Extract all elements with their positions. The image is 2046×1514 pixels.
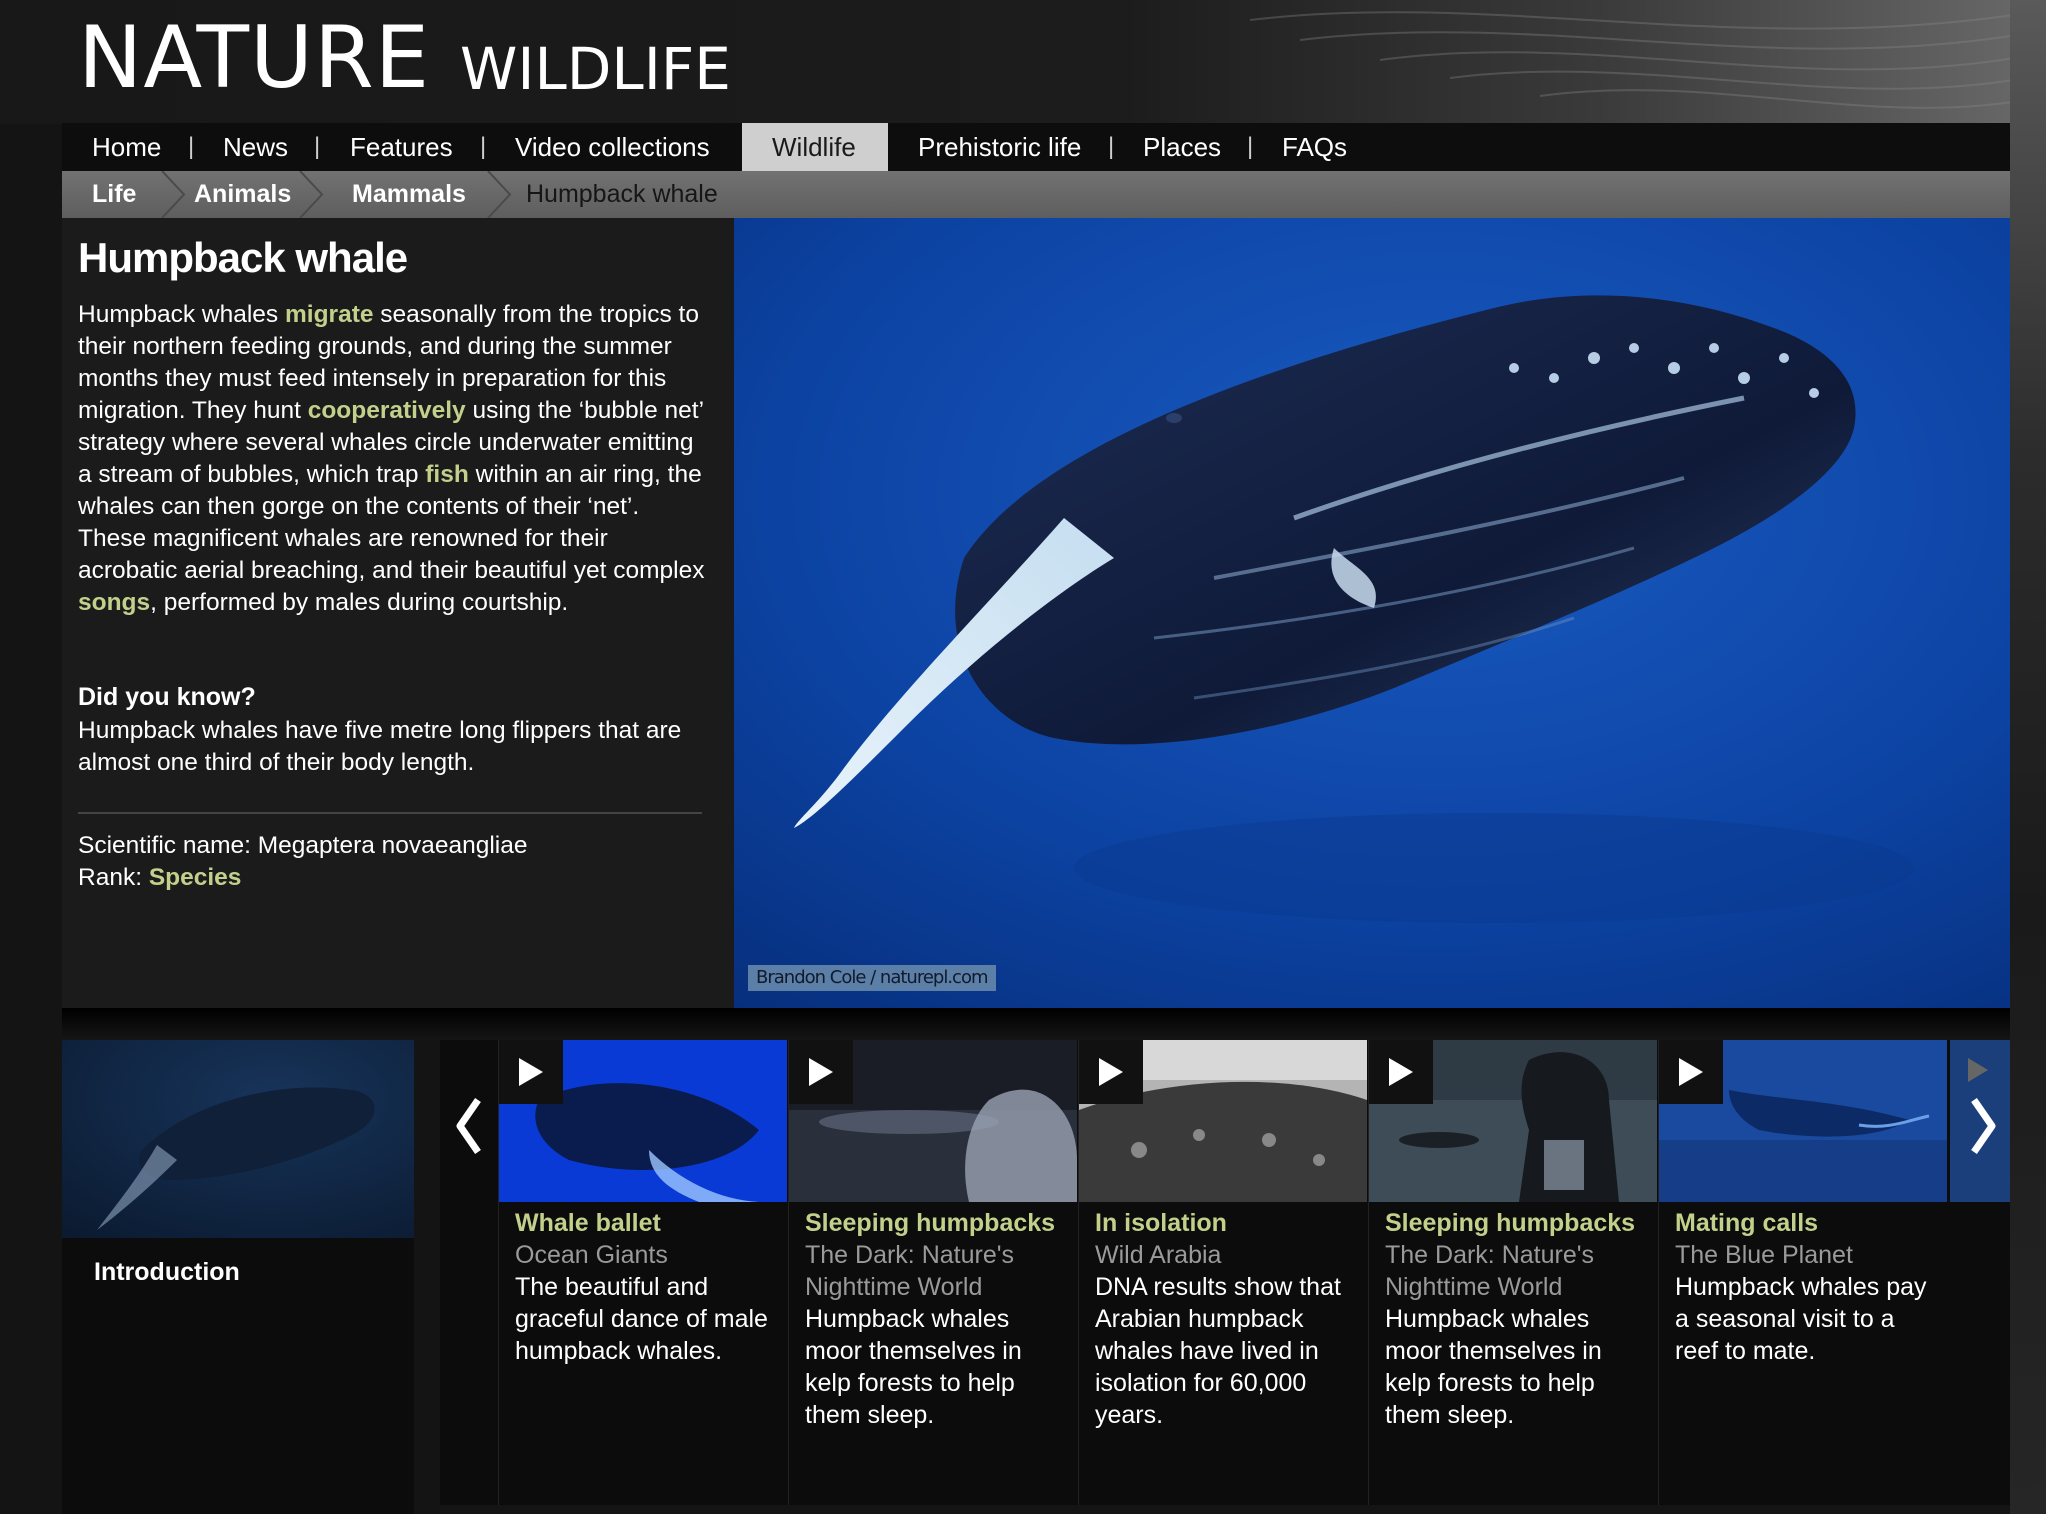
main-navigation: Home | News | Features | Video collectio… [62, 123, 2010, 171]
play-button[interactable] [1079, 1040, 1143, 1104]
nav-home[interactable]: Home [92, 123, 161, 171]
photo-credit: Brandon Cole / naturepl.com [748, 965, 996, 991]
intro-label[interactable]: Introduction [94, 1258, 240, 1287]
rank-label: Rank: [78, 864, 149, 891]
description-text: , performed by males during courtship. [150, 589, 569, 616]
divider [78, 812, 702, 814]
rank-link[interactable]: Species [149, 864, 242, 891]
video-description: Humpback whales pay a seasonal visit to … [1675, 1273, 1927, 1365]
video-series: Wild Arabia [1095, 1241, 1222, 1269]
breadcrumb: Life Animals Mammals Humpback whale [62, 171, 2010, 218]
did-you-know-heading: Did you know? [78, 683, 256, 711]
description-link[interactable]: cooperatively [308, 397, 466, 424]
video-series: The Dark: Nature's Nighttime World [805, 1241, 1015, 1301]
play-button[interactable] [789, 1040, 853, 1104]
play-button[interactable] [1369, 1040, 1433, 1104]
nav-wildlife[interactable]: Wildlife [772, 123, 856, 171]
intro-thumbnail-image[interactable] [62, 1040, 414, 1238]
nav-separator: | [1247, 133, 1254, 160]
nav-news[interactable]: News [223, 123, 288, 171]
nav-prehistoric-life[interactable]: Prehistoric life [918, 123, 1081, 171]
play-icon [1099, 1058, 1123, 1086]
page-title: Humpback whale [78, 234, 408, 281]
breadcrumb-chevron-icon [161, 171, 186, 218]
video-card[interactable]: Whale ballet Ocean Giants The beautiful … [498, 1040, 787, 1505]
nav-separator: | [480, 133, 487, 160]
video-title[interactable]: Whale ballet [515, 1207, 777, 1239]
site-logo-nature[interactable]: NATURE [78, 8, 430, 108]
video-card[interactable]: Mating calls The Blue Planet Humpback wh… [1658, 1040, 1947, 1505]
play-icon [809, 1058, 833, 1086]
description-text: Humpback whales [78, 301, 285, 328]
video-title[interactable]: Sleeping humpbacks [805, 1207, 1067, 1239]
video-title[interactable]: Sleeping humpbacks [1385, 1207, 1647, 1239]
scientific-name-value: Megaptera novaeangliae [257, 832, 528, 859]
breadcrumb-chevron-icon [299, 171, 324, 218]
description-link[interactable]: fish [425, 461, 469, 488]
site-section-wildlife[interactable]: WILDLIFE [460, 34, 731, 104]
play-button[interactable] [499, 1040, 563, 1104]
carousel-prev-button[interactable] [440, 1040, 498, 1505]
video-title[interactable]: Mating calls [1675, 1207, 1937, 1239]
nav-video-collections[interactable]: Video collections [515, 123, 710, 171]
nav-places[interactable]: Places [1143, 123, 1221, 171]
video-description: Humpback whales moor themselves in kelp … [1385, 1305, 1602, 1429]
nav-separator: | [188, 133, 195, 160]
video-series: The Dark: Nature's Nighttime World [1385, 1241, 1595, 1301]
breadcrumb-chevron-icon [487, 171, 512, 218]
breadcrumb-mammals[interactable]: Mammals [352, 171, 466, 218]
video-description: The beautiful and graceful dance of male… [515, 1273, 768, 1365]
taxonomic-rank: Rank: Species [78, 862, 241, 894]
video-description: Humpback whales moor themselves in kelp … [805, 1305, 1022, 1429]
scientific-name-label: Scientific name: [78, 832, 258, 859]
video-card[interactable]: Sleeping humpbacks The Dark: Nature's Ni… [788, 1040, 1077, 1505]
scientific-name: Scientific name: Megaptera novaeangliae [78, 830, 527, 862]
nav-separator: | [1108, 133, 1115, 160]
breadcrumb-life[interactable]: Life [92, 171, 136, 218]
video-info: Sleeping humpbacks The Dark: Nature's Ni… [805, 1207, 1067, 1431]
video-info: Sleeping humpbacks The Dark: Nature's Ni… [1385, 1207, 1647, 1431]
chevron-left-icon [456, 1098, 481, 1154]
video-card[interactable]: Sleeping humpbacks The Dark: Nature's Ni… [1368, 1040, 1657, 1505]
article-description: Humpback whales migrate seasonally from … [78, 299, 708, 619]
nav-features[interactable]: Features [350, 123, 453, 171]
play-icon [1389, 1058, 1413, 1086]
video-series: Ocean Giants [515, 1241, 668, 1269]
breadcrumb-animals[interactable]: Animals [194, 171, 291, 218]
play-button[interactable] [1659, 1040, 1723, 1104]
nav-faqs[interactable]: FAQs [1282, 123, 1347, 171]
video-info: In isolation Wild Arabia DNA results sho… [1095, 1207, 1357, 1431]
section-shadow [62, 1008, 2010, 1038]
did-you-know-text: Humpback whales have five metre long fli… [78, 717, 682, 776]
breadcrumb-current: Humpback whale [526, 180, 718, 208]
description-link[interactable]: songs [78, 589, 150, 616]
play-icon [1679, 1058, 1703, 1086]
page-edge-texture [2010, 0, 2046, 1514]
video-info: Whale ballet Ocean Giants The beautiful … [515, 1207, 777, 1367]
video-series: The Blue Planet [1675, 1241, 1853, 1269]
chevron-right-icon [1971, 1098, 1996, 1154]
video-title[interactable]: In isolation [1095, 1207, 1357, 1239]
video-card[interactable]: In isolation Wild Arabia DNA results sho… [1078, 1040, 1367, 1505]
play-icon [519, 1058, 543, 1086]
hero-whale-image [734, 218, 2010, 1008]
nav-separator: | [314, 133, 321, 160]
carousel-next-button[interactable] [1950, 1040, 2010, 1505]
video-info: Mating calls The Blue Planet Humpback wh… [1675, 1207, 1937, 1367]
description-link[interactable]: migrate [285, 301, 374, 328]
video-description: DNA results show that Arabian humpback w… [1095, 1273, 1341, 1429]
